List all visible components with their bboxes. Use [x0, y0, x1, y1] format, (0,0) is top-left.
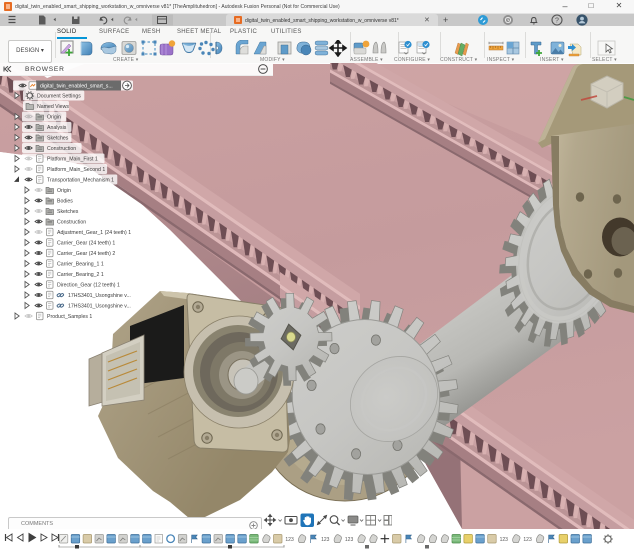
svg-text:Named Views: Named Views: [37, 104, 69, 110]
svg-text:123: 123: [500, 537, 509, 543]
svg-text:123: 123: [345, 537, 354, 543]
svg-text:Sketches: Sketches: [47, 136, 69, 142]
svg-text:Platform_Main_First 1: Platform_Main_First 1: [47, 157, 98, 163]
svg-text:Carrier_Gear (24 teeth) 1: Carrier_Gear (24 teeth) 1: [57, 241, 115, 247]
svg-text:123: 123: [523, 537, 532, 543]
svg-text:Document Settings: Document Settings: [37, 94, 81, 100]
svg-text:Construction: Construction: [57, 220, 86, 226]
svg-text:17HS3401_Usongshine v...: 17HS3401_Usongshine v...: [68, 293, 131, 299]
svg-text:Direction_Gear (12 teeth) 1: Direction_Gear (12 teeth) 1: [57, 283, 120, 289]
svg-text:Transportation_Mechanism 1: Transportation_Mechanism 1: [47, 178, 114, 184]
svg-text:Bodies: Bodies: [57, 199, 73, 205]
svg-text:Adjustment_Gear_1 (24 teeth) 1: Adjustment_Gear_1 (24 teeth) 1: [57, 230, 131, 236]
svg-text:Analysis: Analysis: [47, 125, 67, 131]
svg-text:Carrier_Gear (24 teeth) 2: Carrier_Gear (24 teeth) 2: [57, 251, 115, 257]
svg-text:Sketches: Sketches: [57, 209, 79, 215]
svg-text:Construction: Construction: [47, 146, 76, 152]
svg-text:Origin: Origin: [57, 188, 71, 194]
svg-text:123: 123: [321, 537, 330, 543]
svg-text:Product_Samples 1: Product_Samples 1: [47, 314, 92, 320]
svg-text:Carrier_Bearing_2 1: Carrier_Bearing_2 1: [57, 272, 104, 278]
svg-text:Origin: Origin: [47, 115, 61, 121]
svg-text:123: 123: [285, 537, 294, 543]
svg-text:?: ?: [555, 17, 559, 24]
svg-text:Carrier_Bearing_1 1: Carrier_Bearing_1 1: [57, 262, 104, 268]
svg-text:Platform_Main_Second 1: Platform_Main_Second 1: [47, 167, 105, 173]
svg-text:digital_twin_enabled_smart_s..: digital_twin_enabled_smart_s...: [40, 84, 113, 90]
svg-text:17HS3401_Usongshine v...: 17HS3401_Usongshine v...: [68, 304, 131, 310]
